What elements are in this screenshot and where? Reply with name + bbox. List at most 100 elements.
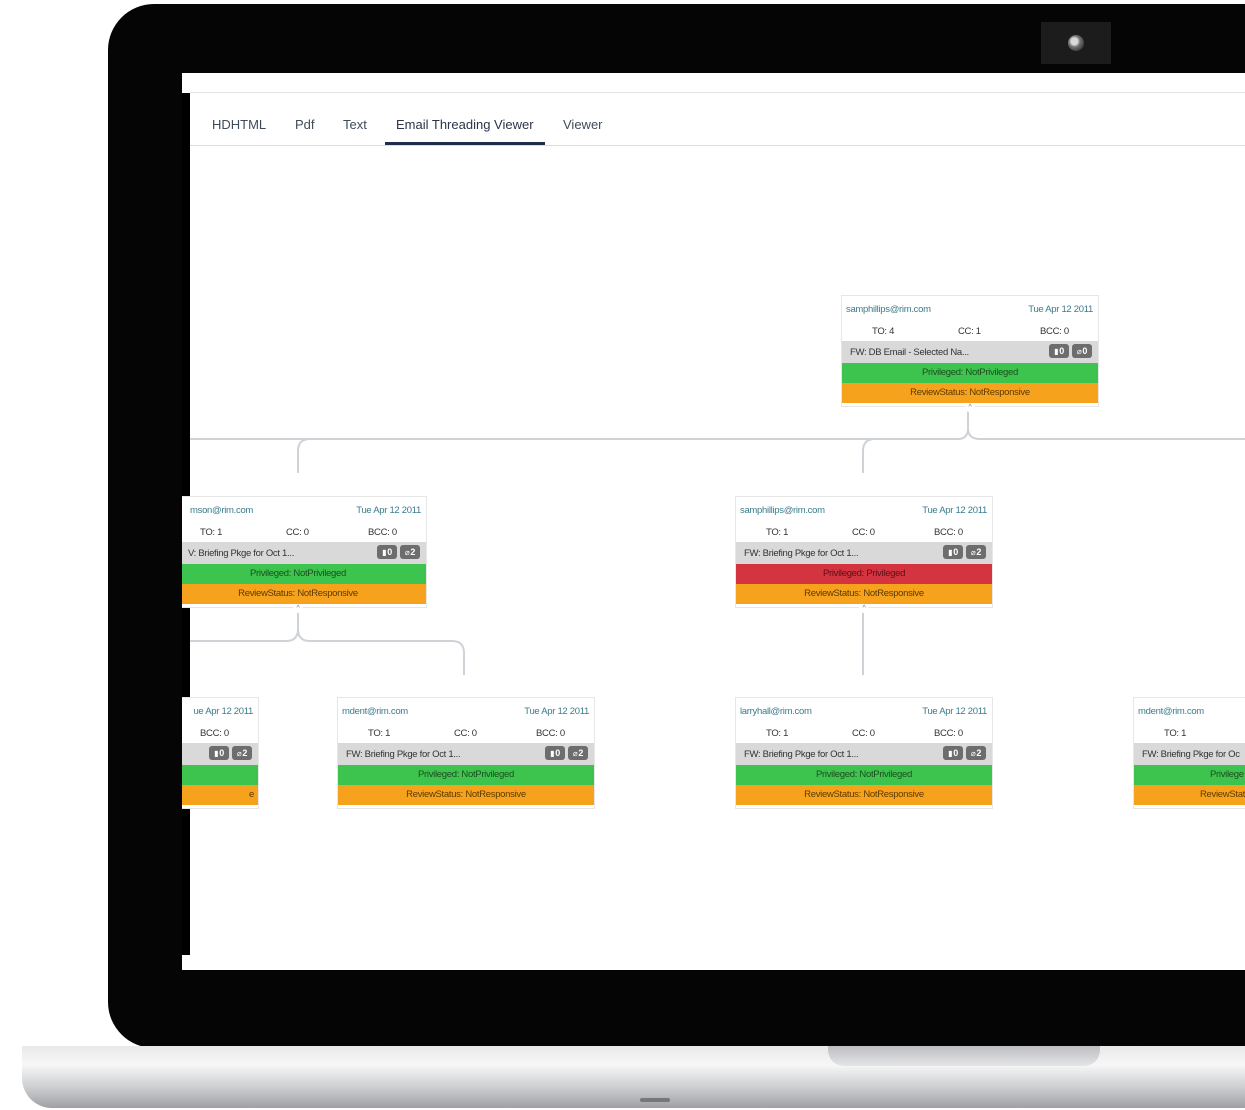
date: Tue Apr 12 2011 [1028, 304, 1093, 315]
cc-count: CC: 0 [454, 728, 477, 739]
subject: FW: Briefing Pkge for Oct 1... [744, 548, 859, 559]
comment-badge[interactable]: ▮ 0 [1049, 344, 1069, 358]
attachment-count: 2 [410, 547, 416, 557]
privileged-status: Privileged: Privileged [736, 564, 992, 584]
privileged-status: Privileged: NotPrivileged [338, 765, 594, 785]
attachment-badge[interactable]: ⌀ 0 [1072, 344, 1092, 358]
email-node-leaf-c[interactable]: larryhall@rim.com Tue Apr 12 2011 TO: 1 CC… [736, 698, 992, 808]
review-status: ReviewStatus: NotResponsive [182, 584, 426, 604]
email-node-leaf-b[interactable]: mdent@rim.com Tue Apr 12 2011 TO: 1 CC: 0 B… [338, 698, 594, 808]
cc-count: CC: 1 [958, 326, 981, 337]
connector-mid-left-down [190, 607, 299, 642]
comment-count: 0 [953, 748, 958, 758]
webcam [1041, 22, 1111, 64]
date: Tue Apr 12 2011 [524, 706, 589, 717]
sender: samphillips@rim.com [846, 304, 931, 315]
paperclip-icon: ⌀ [970, 547, 976, 557]
review-status: ReviewStat [1134, 785, 1245, 805]
email-node-leaf-a[interactable]: ue Apr 12 2011 BCC: 0 ▮ 0 ⌀ 2 e [182, 698, 258, 808]
comment-count: 0 [387, 547, 392, 557]
attachment-badge[interactable]: ⌀ 2 [966, 545, 986, 559]
comment-count: 0 [555, 748, 560, 758]
comment-count: 0 [219, 748, 224, 758]
attachment-badge[interactable]: ⌀ 2 [400, 545, 420, 559]
subject: FW: Briefing Pkge for Oct 1... [346, 749, 461, 760]
privileged-status: Privileged: NotPrivileged [842, 363, 1098, 383]
sender: mson@rim.com [190, 505, 254, 516]
to-count: TO: 1 [766, 527, 789, 538]
subject: FW: Briefing Pkge for Oct 1... [744, 749, 859, 760]
comment-icon: ▮ [1054, 346, 1059, 356]
privileged-status: Privileged: NotPrivileged [182, 564, 426, 584]
comment-badge[interactable]: ▮ 0 [377, 545, 397, 559]
bcc-count: BCC: 0 [200, 728, 229, 739]
paperclip-icon: ⌀ [236, 748, 242, 758]
connector-mid-right [862, 438, 876, 473]
comment-icon: ▮ [948, 748, 953, 758]
sender: samphillips@rim.com [740, 505, 825, 516]
subject: V: Briefing Pkge for Oct 1... [188, 548, 295, 559]
review-status: ReviewStatus: NotResponsive [842, 383, 1098, 403]
connector-mid-left [297, 438, 311, 473]
comment-badge[interactable]: ▮ 0 [943, 545, 963, 559]
to-count: TO: 1 [200, 527, 223, 538]
comment-badge[interactable]: ▮ 0 [209, 746, 229, 760]
to-count: TO: 4 [872, 326, 895, 337]
review-status: e [182, 785, 258, 805]
comment-icon: ▮ [214, 748, 219, 758]
cc-count: CC: 0 [852, 728, 875, 739]
connector-root-right [967, 427, 1245, 440]
bcc-count: BCC: 0 [536, 728, 565, 739]
comment-icon: ▮ [382, 547, 387, 557]
attachment-count: 2 [976, 547, 982, 557]
bcc-count: BCC: 0 [934, 527, 963, 538]
privileged-status: Privileged: NotPrivileged [736, 765, 992, 785]
collapse-toggle-icon[interactable]: ^ [859, 605, 869, 613]
bcc-count: BCC: 0 [1040, 326, 1069, 337]
email-node-root[interactable]: samphillips@rim.com Tue Apr 12 2011 TO: 4… [842, 296, 1098, 412]
bcc-count: BCC: 0 [934, 728, 963, 739]
paperclip-icon: ⌀ [404, 547, 410, 557]
attachment-count: 2 [976, 748, 982, 758]
connector-root [190, 406, 969, 440]
attachment-badge[interactable]: ⌀ 2 [232, 746, 252, 760]
email-node-mid-left[interactable]: mson@rim.com Tue Apr 12 2011 TO: 1 CC: 0 BC… [182, 497, 426, 613]
comment-icon: ▮ [948, 547, 953, 557]
collapse-toggle-icon[interactable]: ^ [965, 404, 975, 412]
date: ue Apr 12 2011 [193, 706, 253, 717]
subject: FW: DB Email - Selected Na... [850, 347, 969, 358]
attachment-badge[interactable]: ⌀ 2 [568, 746, 588, 760]
privileged-status [182, 765, 258, 785]
collapse-toggle-icon[interactable]: ^ [293, 605, 303, 613]
laptop-foot [640, 1098, 670, 1102]
to-count: TO: 1 [1164, 728, 1187, 739]
connector-mid-left-down-r [297, 628, 465, 675]
comment-badge[interactable]: ▮ 0 [943, 746, 963, 760]
camera-lens-icon [1068, 35, 1084, 51]
screen: HDHTML Pdf Text Email Threading Viewer V… [182, 73, 1245, 970]
date: Tue Apr 12 2011 [922, 505, 987, 516]
email-node-mid-right[interactable]: samphillips@rim.com Tue Apr 12 2011 TO: 1… [736, 497, 992, 613]
paperclip-icon: ⌀ [572, 748, 578, 758]
comment-icon: ▮ [550, 748, 555, 758]
sender: larryhall@rim.com [740, 706, 812, 717]
date: Tue Apr 12 2011 [356, 505, 421, 516]
comment-count: 0 [953, 547, 958, 557]
review-status: ReviewStatus: NotResponsive [736, 584, 992, 604]
email-node-leaf-d[interactable]: mdent@rim.com TO: 1 FW: Briefing Pkge fo… [1134, 698, 1245, 808]
comment-badge[interactable]: ▮ 0 [545, 746, 565, 760]
date: Tue Apr 12 2011 [922, 706, 987, 717]
to-count: TO: 1 [368, 728, 391, 739]
privileged-status: Privilege [1134, 765, 1245, 785]
bcc-count: BCC: 0 [368, 527, 397, 538]
paperclip-icon: ⌀ [1076, 346, 1082, 356]
attachment-count: 2 [242, 748, 248, 758]
to-count: TO: 1 [766, 728, 789, 739]
laptop-opening-notch [828, 1046, 1100, 1066]
paperclip-icon: ⌀ [970, 748, 976, 758]
attachment-badge[interactable]: ⌀ 2 [966, 746, 986, 760]
review-status: ReviewStatus: NotResponsive [736, 785, 992, 805]
cc-count: CC: 0 [286, 527, 309, 538]
comment-count: 0 [1059, 346, 1064, 356]
attachment-count: 2 [578, 748, 584, 758]
